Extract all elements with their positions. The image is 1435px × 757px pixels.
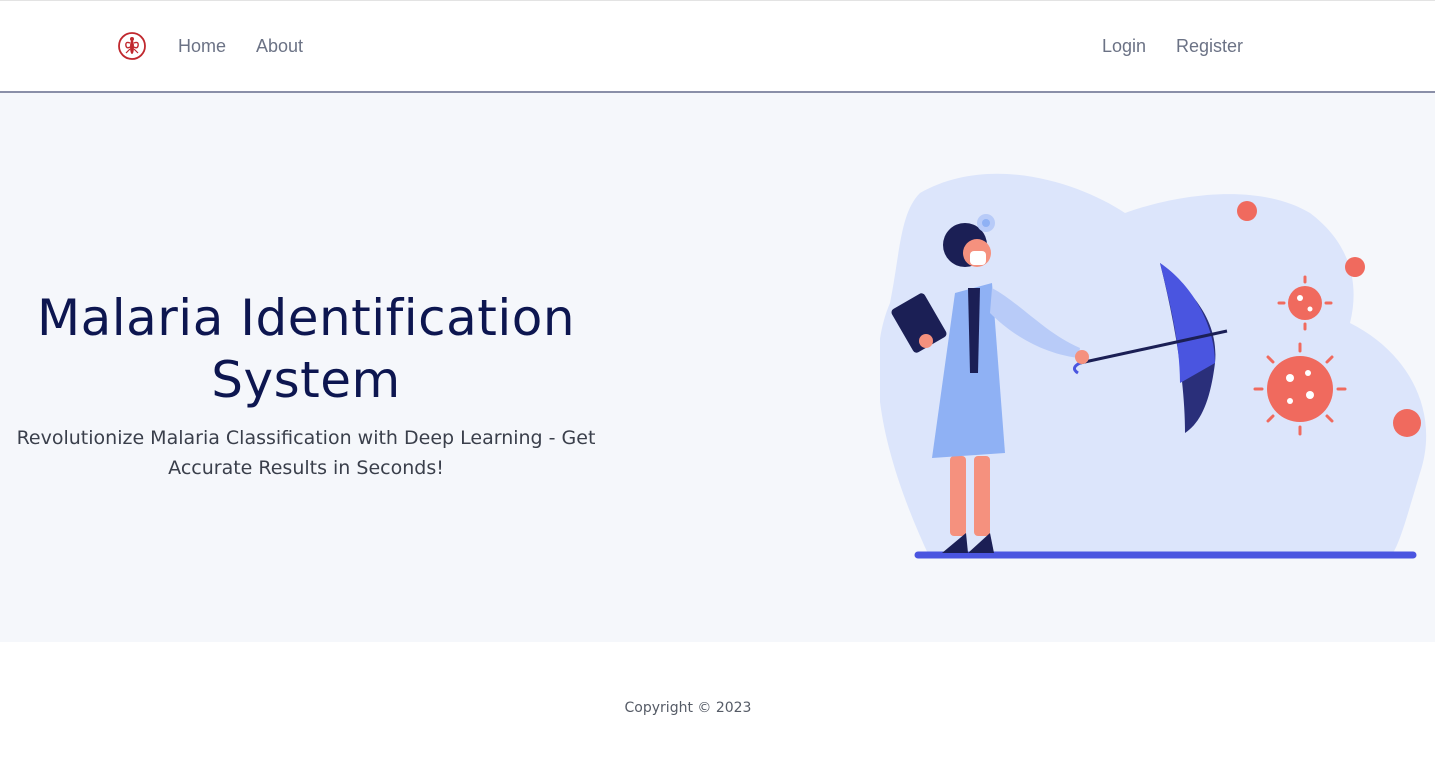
top-navbar: Home About Login Register [0, 0, 1435, 93]
nav-link-about[interactable]: About [256, 35, 303, 57]
nav-link-login[interactable]: Login [1102, 35, 1146, 57]
hero-text-block: Malaria Identification System Revolution… [0, 287, 612, 483]
page-title: Malaria Identification System [36, 289, 576, 409]
doctor-umbrella-virus-illustration [880, 173, 1427, 559]
hero-subtitle: Revolutionize Malaria Classification wit… [16, 427, 596, 479]
nav-link-home[interactable]: Home [178, 35, 226, 57]
hero-section: Malaria Identification System Revolution… [0, 93, 1435, 642]
copyright-text: Copyright © 2023 [624, 700, 752, 716]
nav-link-register[interactable]: Register [1176, 35, 1243, 57]
mosquito-logo-icon[interactable] [117, 31, 147, 61]
page-footer: Copyright © 2023 [0, 642, 1435, 757]
